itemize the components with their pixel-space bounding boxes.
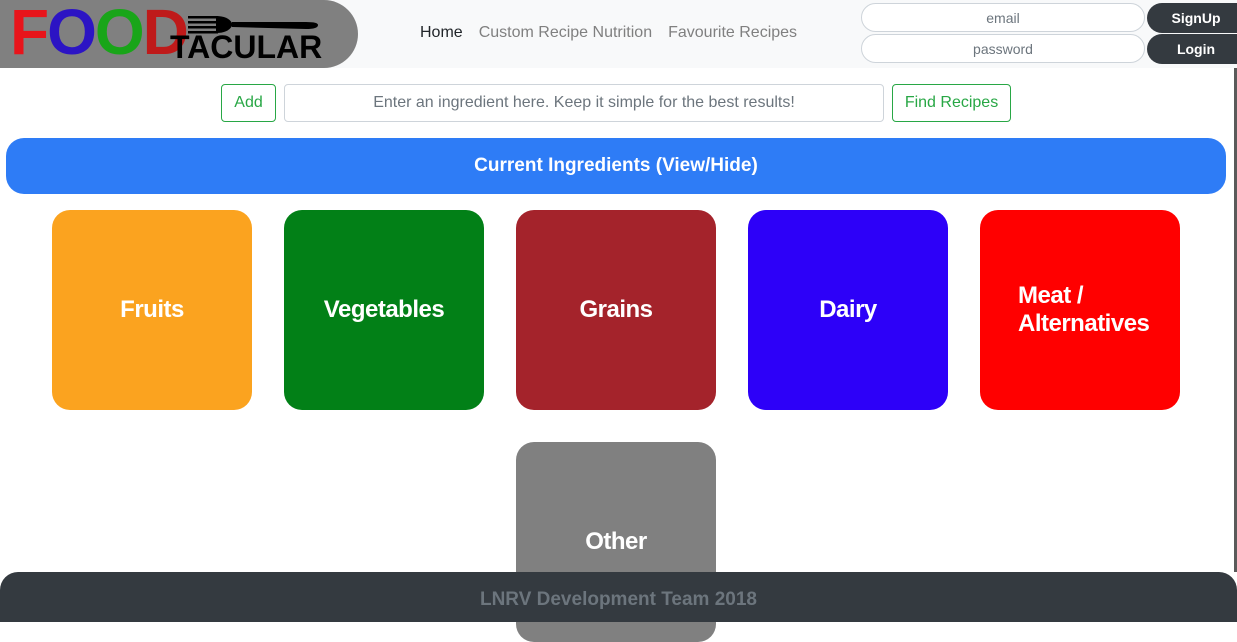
logo-tacular-text: TACULAR	[170, 29, 323, 65]
password-field[interactable]	[861, 34, 1145, 63]
logo-letter-f: F	[10, 0, 49, 68]
login-button[interactable]: Login	[1147, 34, 1237, 64]
category-label: Grains	[579, 296, 653, 323]
footer: LNRV Development Team 2018	[0, 572, 1237, 622]
logo-food-text: FOOD	[10, 0, 189, 68]
category-label: Meat / Alternatives	[1018, 282, 1150, 337]
category-dairy-tile[interactable]: Dairy	[748, 210, 948, 410]
signup-button[interactable]: SignUp	[1147, 3, 1237, 33]
category-label: Dairy	[819, 296, 877, 323]
category-label: Vegetables	[323, 296, 445, 323]
category-fruits-tile[interactable]: Fruits	[52, 210, 252, 410]
foodtacular-logo[interactable]: FOOD TACULAR	[0, 0, 358, 68]
add-ingredient-button[interactable]: Add	[221, 84, 276, 122]
find-recipes-button[interactable]: Find Recipes	[892, 84, 1011, 122]
top-navbar: FOOD TACULAR Home Custom Recipe Nutritio…	[0, 0, 1237, 68]
logo-letter-o2: O	[94, 0, 145, 68]
email-field[interactable]	[861, 3, 1145, 32]
current-ingredients-toggle[interactable]: Current Ingredients (View/Hide)	[6, 138, 1226, 194]
logo-letter-o1: O	[47, 0, 97, 68]
nav-custom-recipe-nutrition-link[interactable]: Custom Recipe Nutrition	[479, 22, 652, 44]
ingredient-input[interactable]	[284, 84, 884, 122]
nav-home-link[interactable]: Home	[420, 22, 463, 44]
category-label: Other	[585, 528, 647, 555]
category-vegetables-tile[interactable]: Vegetables	[284, 210, 484, 410]
main-nav: Home Custom Recipe Nutrition Favourite R…	[420, 22, 813, 44]
category-grains-tile[interactable]: Grains	[516, 210, 716, 410]
category-meat-alternatives-tile[interactable]: Meat / Alternatives	[980, 210, 1180, 410]
category-label: Fruits	[120, 296, 184, 323]
nav-favourite-recipes-link[interactable]: Favourite Recipes	[668, 22, 797, 44]
